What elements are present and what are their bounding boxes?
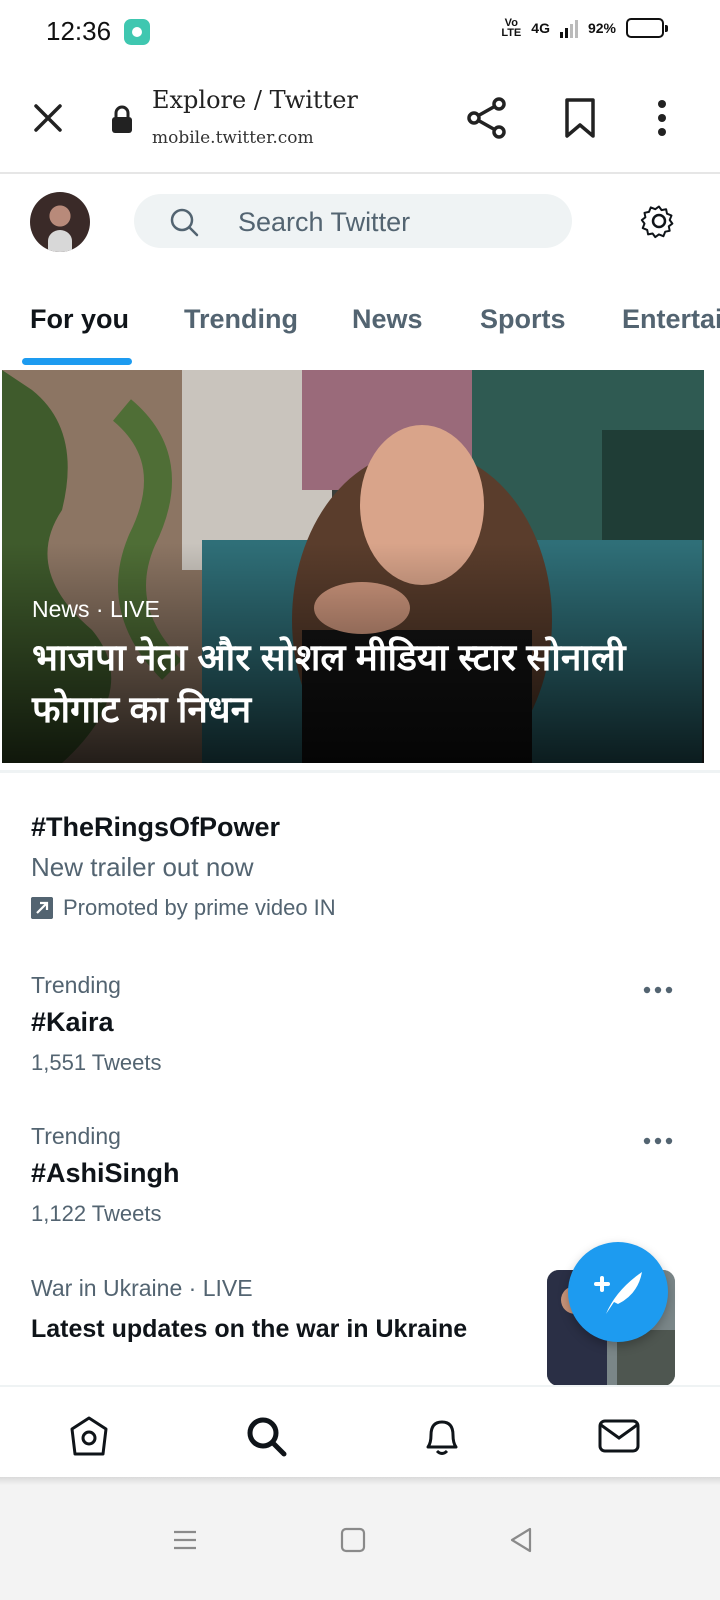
lock-icon: [112, 105, 132, 133]
bookmark-icon[interactable]: [562, 96, 598, 140]
network-type: 4G: [531, 20, 550, 36]
tab-sports[interactable]: Sports: [480, 304, 566, 335]
tab-active-indicator: [22, 358, 132, 365]
promoted-label: Promoted by prime video IN: [31, 895, 336, 921]
home-square-icon[interactable]: [338, 1525, 368, 1555]
news-live-label: LIVE: [202, 1275, 253, 1301]
hero-category: News: [32, 596, 90, 622]
trend-subtitle: New trailer out now: [31, 852, 254, 882]
more-horizontal-icon[interactable]: [640, 978, 676, 1002]
explore-tabs: For you Trending News Sports Entertainme…: [0, 290, 720, 370]
news-separator: ·: [188, 1275, 197, 1301]
system-navigation-bar: [0, 1485, 720, 1600]
compose-tweet-icon: [594, 1272, 642, 1314]
news-context: War in Ukraine · LIVE: [31, 1275, 253, 1302]
hero-news-card[interactable]: News · LIVE भाजपा नेता और सोशल मीडिया स्…: [2, 370, 704, 763]
trend-name: #TheRingsOfPower: [31, 812, 281, 842]
tab-entertainment[interactable]: Entertainment: [622, 304, 720, 335]
browser-toolbar: Explore / Twitter mobile.twitter.com: [0, 64, 720, 174]
share-icon[interactable]: [466, 96, 508, 140]
gear-icon[interactable]: [640, 202, 678, 240]
search-placeholder: Search Twitter: [238, 207, 411, 237]
bell-icon[interactable]: [419, 1413, 465, 1459]
trend-context: Trending: [31, 1123, 121, 1149]
hero-headline: भाजपा नेता और सोशल मीडिया स्टार सोनाली फ…: [32, 637, 626, 730]
news-topic: War in Ukraine: [31, 1275, 183, 1301]
hero-separator: ·: [95, 596, 104, 622]
battery-percent: 92%: [587, 20, 616, 36]
trend-context: Trending: [31, 972, 121, 998]
trend-count: 1,551 Tweets: [31, 1050, 162, 1075]
more-vertical-icon[interactable]: [650, 96, 674, 140]
volte-indicator: Vo LTE: [501, 17, 522, 39]
signal-icon: [559, 18, 578, 38]
trend-name: #Kaira: [31, 1007, 114, 1037]
tab-news[interactable]: News: [352, 304, 423, 335]
hero-live-label: LIVE: [109, 596, 160, 622]
status-time: 12:36: [46, 16, 112, 46]
page-url[interactable]: mobile.twitter.com: [152, 128, 314, 148]
mail-icon[interactable]: [596, 1413, 642, 1459]
page-title: Explore / Twitter: [152, 86, 358, 114]
battery-icon: [626, 18, 668, 38]
avatar[interactable]: [30, 192, 90, 252]
status-indicators: Vo LTE 4G 92%: [501, 17, 668, 39]
menu-icon[interactable]: [170, 1525, 200, 1555]
back-icon[interactable]: [506, 1525, 536, 1555]
trend-item[interactable]: Trending #Kaira 1,551 Tweets: [0, 960, 720, 1090]
hero-meta: News · LIVE: [32, 596, 160, 623]
explore-search-icon[interactable]: [243, 1413, 289, 1459]
news-headline: Latest updates on the war in Ukraine: [31, 1315, 468, 1343]
nav-divider: [0, 1477, 720, 1485]
search-input[interactable]: Search Twitter: [134, 194, 572, 248]
promoted-trend[interactable]: #TheRingsOfPower New trailer out now Pro…: [0, 800, 720, 940]
promoted-icon: [31, 897, 53, 919]
divider: [0, 770, 720, 773]
trend-item[interactable]: Trending #AshiSingh 1,122 Tweets: [0, 1111, 720, 1241]
search-icon: [170, 208, 199, 237]
more-horizontal-icon[interactable]: [640, 1129, 676, 1153]
promoted-by-text: Promoted by prime video IN: [63, 895, 336, 920]
status-bar: 12:36 Vo LTE 4G 92%: [0, 0, 720, 64]
app-notification-icon: [124, 19, 150, 45]
compose-tweet-button[interactable]: [568, 1242, 668, 1342]
bottom-navigation: [0, 1385, 720, 1481]
home-icon[interactable]: [66, 1413, 112, 1459]
trend-count: 1,122 Tweets: [31, 1201, 162, 1226]
tab-for-you[interactable]: For you: [30, 304, 129, 335]
tab-trending[interactable]: Trending: [184, 304, 298, 335]
trend-name: #AshiSingh: [31, 1158, 180, 1188]
close-icon[interactable]: [28, 98, 68, 138]
